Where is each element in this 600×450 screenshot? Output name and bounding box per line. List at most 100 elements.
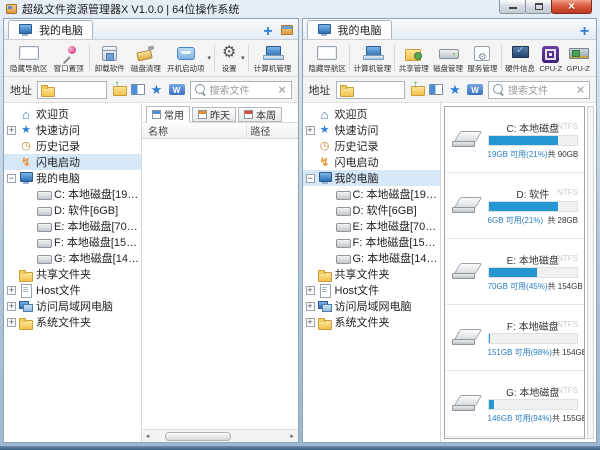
restore-window-icon[interactable]: [281, 25, 293, 35]
tree-expander[interactable]: −: [306, 174, 315, 183]
drive-card[interactable]: C: 本地磁盘 NTFS 19GB 可用(21%) 共 90GB: [445, 107, 585, 173]
toolbar-button[interactable]: 计算机管理: [252, 42, 294, 75]
vertical-scrollbar[interactable]: [587, 106, 594, 439]
w-tool-button[interactable]: [467, 84, 483, 95]
tree-expander[interactable]: +: [306, 286, 315, 295]
search-box[interactable]: 搜索文件: [488, 81, 590, 99]
toolbar-button[interactable]: 磁盘管理: [431, 42, 465, 75]
drive-card[interactable]: D: 软件 NTFS 6GB 可用(21%) 共 28GB: [445, 173, 585, 239]
dropdown-arrow-icon[interactable]: ▾: [207, 54, 211, 62]
tree-item[interactable]: + 系统文件夹: [303, 314, 440, 330]
tab-my-computer[interactable]: 我的电脑: [8, 20, 93, 39]
tree-item[interactable]: E: 本地磁盘[70GB]: [4, 218, 141, 234]
drive-card[interactable]: F: 本地磁盘 NTFS 151GB 可用(98%) 共 154GB: [445, 305, 585, 371]
view-tabs: 常用 昨天 本周: [142, 103, 298, 122]
search-box[interactable]: 搜索文件: [190, 81, 292, 99]
horizontal-scrollbar[interactable]: ◂ ▸: [142, 429, 298, 442]
tree-item[interactable]: 历史记录: [303, 138, 440, 154]
tree-item[interactable]: 欢迎页: [4, 106, 141, 122]
tree-expander[interactable]: +: [7, 302, 16, 311]
toolbar-button[interactable]: GPU-Z: [565, 43, 592, 74]
tree-item[interactable]: 闪电启动: [303, 154, 440, 170]
tree-item[interactable]: + 访问局域网电脑: [303, 298, 440, 314]
file-list[interactable]: [142, 139, 298, 429]
scrollbar-thumb[interactable]: [165, 432, 230, 441]
toolbar-button-label: 设置: [222, 63, 237, 74]
clear-search-icon[interactable]: [277, 84, 288, 95]
toolbar-button[interactable]: 设置: [218, 42, 240, 75]
maximize-button[interactable]: [525, 0, 552, 14]
toolbar-button[interactable]: CPU-Z: [537, 43, 564, 74]
tree-item[interactable]: E: 本地磁盘[70GB]: [303, 218, 440, 234]
view-tab[interactable]: 常用: [146, 106, 190, 123]
toolbar-button[interactable]: 窗口置顶: [52, 42, 86, 75]
minimize-button[interactable]: [499, 0, 526, 14]
up-folder-button[interactable]: [112, 83, 126, 96]
tree-item[interactable]: + 快速访问: [303, 122, 440, 138]
column-name[interactable]: 名称: [142, 123, 246, 138]
toolbar-button[interactable]: 服务管理: [465, 42, 499, 75]
tree-item[interactable]: F: 本地磁盘[151GB]: [4, 234, 141, 250]
drive-card[interactable]: G: 本地磁盘 NTFS 146GB 可用(94%) 共 155GB: [445, 371, 585, 437]
tree-item[interactable]: 历史记录: [4, 138, 141, 154]
address-input[interactable]: [336, 81, 406, 99]
tree-item[interactable]: 欢迎页: [303, 106, 440, 122]
tree-expander[interactable]: +: [306, 302, 315, 311]
up-folder-button[interactable]: [410, 83, 424, 96]
tree-expander[interactable]: +: [7, 286, 16, 295]
toolbar-button[interactable]: 隐藏导航区: [8, 42, 50, 75]
new-tab-button[interactable]: [578, 23, 591, 36]
tree-item[interactable]: C: 本地磁盘[19GB]: [4, 186, 141, 202]
right-address-bar: 地址 搜索文件: [303, 77, 597, 103]
split-view-button[interactable]: [131, 84, 145, 95]
scroll-left-icon[interactable]: ◂: [142, 432, 153, 440]
toolbar-button[interactable]: 计算机管理: [352, 42, 394, 75]
drive-card[interactable]: E: 本地磁盘 NTFS 70GB 可用(45%) 共 154GB: [445, 239, 585, 305]
tree-expander-spacer: [306, 158, 315, 167]
scroll-right-icon[interactable]: ▸: [287, 432, 298, 440]
drive-free-space: 151GB 可用(98%): [488, 347, 552, 358]
tree-expander[interactable]: −: [7, 174, 16, 183]
toolbar-button[interactable]: 开机启动项: [165, 42, 207, 75]
toolbar-button[interactable]: 隐藏导航区: [307, 42, 349, 75]
address-input[interactable]: [37, 81, 107, 99]
close-button[interactable]: [551, 0, 592, 14]
view-tab[interactable]: 昨天: [192, 107, 236, 122]
clear-search-icon[interactable]: [575, 84, 586, 95]
tree-item[interactable]: + 系统文件夹: [4, 314, 141, 330]
tab-my-computer[interactable]: 我的电脑: [307, 20, 392, 39]
tree-item[interactable]: + 快速访问: [4, 122, 141, 138]
tree-item[interactable]: 共享文件夹: [4, 266, 141, 282]
tree-item[interactable]: + Host文件: [4, 282, 141, 298]
toolbar-button[interactable]: 卸载软件: [93, 42, 127, 75]
w-tool-button[interactable]: [169, 84, 185, 95]
new-tab-button[interactable]: [262, 23, 275, 36]
toolbar-button[interactable]: 硬件信息: [503, 42, 537, 75]
column-path[interactable]: 路径: [246, 123, 298, 138]
toolbar-button[interactable]: 共享管理: [397, 42, 431, 75]
dropdown-arrow-icon[interactable]: ▾: [241, 54, 245, 62]
tree-expander[interactable]: +: [306, 126, 315, 135]
tree-item[interactable]: − 我的电脑: [4, 170, 141, 186]
tree-expander[interactable]: +: [7, 126, 16, 135]
tree-item[interactable]: G: 本地磁盘[146GB]: [303, 250, 440, 266]
tree-item[interactable]: − 我的电脑: [303, 170, 440, 186]
tree-item[interactable]: G: 本地磁盘[146GB]: [4, 250, 141, 266]
tree-item[interactable]: + Host文件: [303, 282, 440, 298]
tree-expander[interactable]: +: [7, 318, 16, 327]
view-tab[interactable]: 本周: [238, 107, 282, 122]
split-view-button[interactable]: [429, 84, 443, 95]
tree-item[interactable]: + 访问局域网电脑: [4, 298, 141, 314]
tree-item[interactable]: D: 软件[6GB]: [4, 202, 141, 218]
lightning-icon: [19, 156, 33, 169]
tree-item[interactable]: 共享文件夹: [303, 266, 440, 282]
tree-item[interactable]: F: 本地磁盘[151GB]: [303, 234, 440, 250]
tree-item[interactable]: 闪电启动: [4, 154, 141, 170]
favorites-button[interactable]: [150, 83, 164, 96]
tree-item-label: 我的电脑: [335, 170, 379, 186]
favorites-button[interactable]: [448, 83, 462, 96]
toolbar-button[interactable]: 磁盘清理: [129, 42, 163, 75]
tree-item[interactable]: D: 软件[6GB]: [303, 202, 440, 218]
tree-expander[interactable]: +: [306, 318, 315, 327]
tree-item[interactable]: C: 本地磁盘[19GB]: [303, 186, 440, 202]
